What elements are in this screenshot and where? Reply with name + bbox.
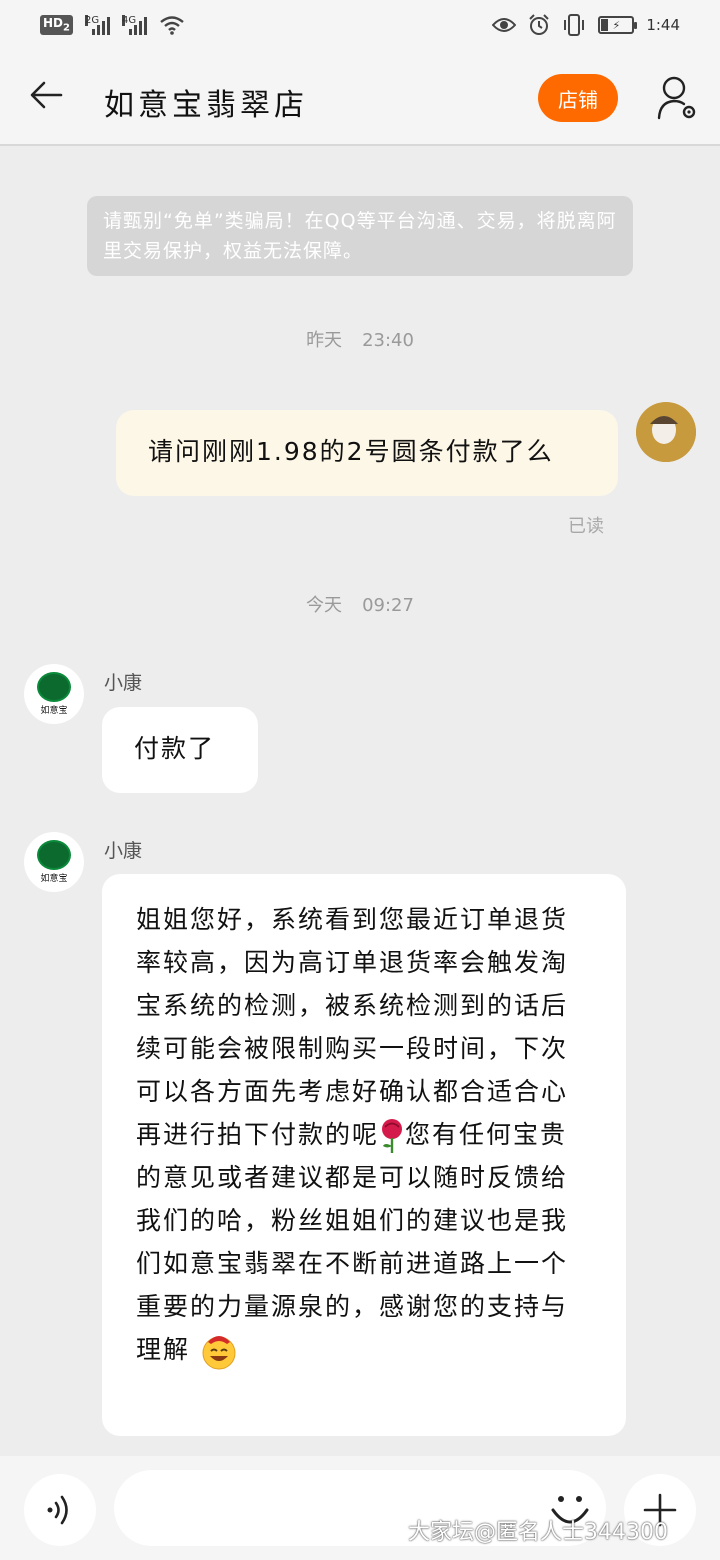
- sender-name: 小康: [104, 840, 143, 862]
- back-button[interactable]: [26, 80, 66, 116]
- shop-logo-icon: [37, 840, 71, 870]
- shop-avatar[interactable]: 如意宝: [24, 832, 84, 892]
- shop-avatar[interactable]: 如意宝: [24, 664, 84, 724]
- hd-badge: HD2: [40, 15, 73, 35]
- avatar[interactable]: [636, 402, 696, 462]
- alarm-icon: [529, 14, 550, 35]
- user-avatar-image: [636, 402, 696, 462]
- signal-icon: 2G: [84, 15, 110, 35]
- incoming-message[interactable]: 姐姐您好，系统看到您最近订单退货率较高，因为高订单退货率会触发淘宝系统的检测，被…: [102, 874, 626, 1436]
- status-bar: HD2 2G 4G ⚡ 1:44: [0, 0, 720, 50]
- vibrate-icon: [564, 14, 585, 36]
- rose-emoji-icon: [382, 1119, 403, 1153]
- time-separator: 昨天 23:40: [306, 330, 414, 351]
- fraud-warning-notice: 请甄别“免单”类骗局！在QQ等平台沟通、交易，将脱离阿里交易保护，权益无法保障。: [87, 196, 633, 276]
- signal-icon: 4G: [121, 15, 147, 35]
- status-left: HD2 2G 4G: [40, 15, 185, 35]
- voice-icon: [47, 1495, 68, 1525]
- shop-logo-icon: [37, 672, 71, 702]
- store-button[interactable]: 店铺: [538, 74, 618, 122]
- shop-title: 如意宝翡翠店: [104, 88, 308, 123]
- rich-smile-emoji-icon: [202, 1336, 236, 1370]
- read-status: 已读: [568, 516, 604, 537]
- arrow-left-icon: [30, 81, 63, 109]
- time-separator: 今天 09:27: [306, 595, 414, 616]
- user-settings-icon: [657, 76, 696, 120]
- user-settings-button[interactable]: [656, 74, 700, 122]
- sender-name: 小康: [104, 672, 143, 694]
- voice-button[interactable]: [24, 1474, 96, 1546]
- incoming-message[interactable]: 付款了: [102, 707, 258, 793]
- chat-header: 如意宝翡翠店 店铺: [0, 50, 720, 146]
- outgoing-message[interactable]: 请问刚刚1.98的2号圆条付款了么: [116, 410, 618, 496]
- watermark: 大家坛@匿名人士344300: [408, 1520, 668, 1545]
- eye-icon: [492, 18, 517, 32]
- wifi-icon: [160, 16, 184, 35]
- status-right: ⚡ 1:44: [492, 14, 680, 36]
- clock-time: 1:44: [646, 16, 680, 34]
- battery-icon: ⚡: [598, 16, 638, 34]
